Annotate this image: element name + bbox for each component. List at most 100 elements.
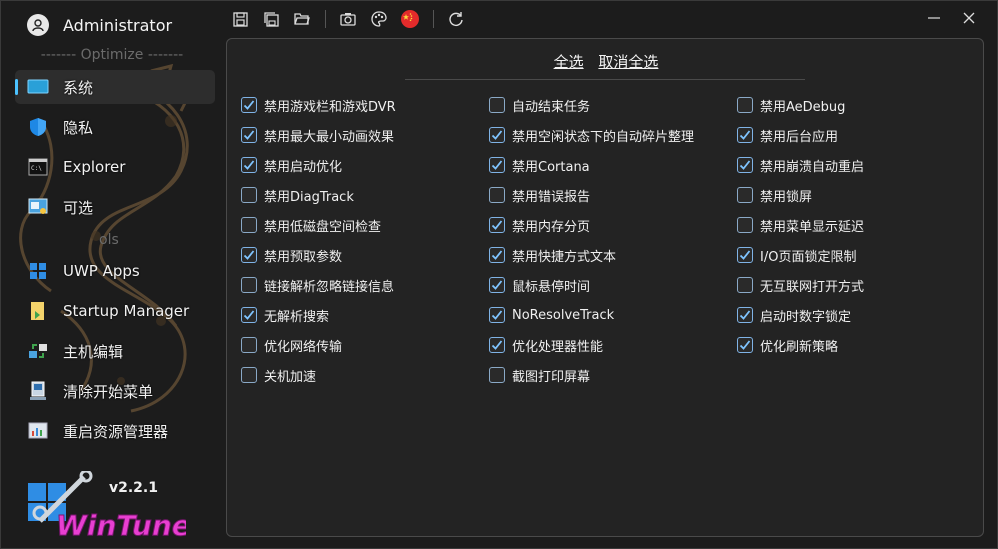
option-col3-7[interactable]: 启动时数字锁定 <box>737 305 851 325</box>
option-checkbox[interactable] <box>489 157 505 173</box>
app-window: Administrator ------- Optimize ------- 系… <box>0 0 998 549</box>
checkmark-icon <box>491 280 503 290</box>
nav-label: Explorer <box>63 158 126 176</box>
option-checkbox[interactable] <box>489 97 505 113</box>
checkmark-icon <box>491 130 503 140</box>
option-col1-4[interactable]: 禁用低磁盘空间检查 <box>241 215 381 235</box>
close-button[interactable] <box>959 8 979 28</box>
option-label: 禁用启动优化 <box>264 159 343 175</box>
checkmark-icon <box>243 100 255 110</box>
option-checkbox[interactable] <box>241 217 257 233</box>
option-checkbox[interactable] <box>241 277 257 293</box>
open-folder-icon[interactable] <box>292 9 312 29</box>
nav-item-uwp-apps[interactable]: UWP Apps <box>15 254 215 288</box>
option-checkbox[interactable] <box>737 187 753 203</box>
option-col2-8[interactable]: 优化处理器性能 <box>489 335 603 355</box>
option-col3-4[interactable]: 禁用菜单显示延迟 <box>737 215 864 235</box>
option-col2-3[interactable]: 禁用错误报告 <box>489 185 590 205</box>
sidebar: Administrator ------- Optimize ------- 系… <box>1 1 223 549</box>
nav-item-privacy[interactable]: 隐私 <box>15 110 215 144</box>
option-col3-6[interactable]: 无互联网打开方式 <box>737 275 864 295</box>
option-label: 无互联网打开方式 <box>760 279 865 295</box>
save-icon[interactable] <box>230 9 250 29</box>
option-checkbox[interactable] <box>489 247 505 263</box>
option-checkbox[interactable] <box>241 247 257 263</box>
option-checkbox[interactable] <box>737 247 753 263</box>
option-col2-1[interactable]: 禁用空闲状态下的自动碎片整理 <box>489 125 694 145</box>
option-checkbox[interactable] <box>737 127 753 143</box>
option-checkbox[interactable] <box>241 127 257 143</box>
option-col1-5[interactable]: 禁用预取参数 <box>241 245 342 265</box>
deselect-all-link[interactable]: 取消全选 <box>598 53 658 71</box>
option-checkbox[interactable] <box>241 157 257 173</box>
option-col3-2[interactable]: 禁用崩溃自动重启 <box>737 155 864 175</box>
select-all-link[interactable]: 全选 <box>554 53 584 71</box>
china-flag-icon[interactable] <box>400 9 420 29</box>
nav-item-startup-manager[interactable]: Startup Manager <box>15 294 215 328</box>
checkmark-icon <box>739 130 751 140</box>
option-col3-1[interactable]: 禁用后台应用 <box>737 125 838 145</box>
checkmark-icon <box>491 250 503 260</box>
screenshot-icon[interactable] <box>338 9 358 29</box>
option-col1-1[interactable]: 禁用最大最小动画效果 <box>241 125 394 145</box>
option-col2-6[interactable]: 鼠标悬停时间 <box>489 275 590 295</box>
option-col2-9[interactable]: 截图打印屏幕 <box>489 365 590 385</box>
nav-item-optional[interactable]: 可选 <box>15 190 215 224</box>
option-checkbox[interactable] <box>489 337 505 353</box>
option-col2-5[interactable]: 禁用快捷方式文本 <box>489 245 616 265</box>
options-panel: 全选 取消全选 禁用游戏栏和游戏DVR 禁用最大最小动画效果 禁用启动优化禁用Dia… <box>226 38 984 537</box>
divider <box>405 79 805 80</box>
option-checkbox[interactable] <box>737 97 753 113</box>
option-checkbox[interactable] <box>241 97 257 113</box>
option-col2-7[interactable]: NoResolveTrack <box>489 305 614 325</box>
option-col2-2[interactable]: 禁用Cortana <box>489 155 590 175</box>
option-col1-0[interactable]: 禁用游戏栏和游戏DVR <box>241 95 396 115</box>
windows-logo-icon <box>27 260 49 282</box>
option-label: 禁用快捷方式文本 <box>512 249 617 265</box>
save-all-icon[interactable] <box>261 9 281 29</box>
logo-text: WinTune <box>56 509 186 541</box>
option-col1-3[interactable]: 禁用DiagTrack <box>241 185 354 205</box>
option-label: 禁用最大最小动画效果 <box>264 129 395 145</box>
checkmark-icon <box>491 340 503 350</box>
option-checkbox[interactable] <box>489 217 505 233</box>
user-profile[interactable]: Administrator <box>27 14 172 36</box>
option-col2-4[interactable]: 禁用内存分页 <box>489 215 590 235</box>
option-col2-0[interactable]: 自动结束任务 <box>489 95 590 115</box>
nav-item-restart-explorer[interactable]: 重启资源管理器 <box>15 414 215 448</box>
nav-item-system[interactable]: 系统 <box>15 70 215 104</box>
option-col3-8[interactable]: 优化刷新策略 <box>737 335 838 355</box>
option-checkbox[interactable] <box>241 307 257 323</box>
option-checkbox[interactable] <box>737 277 753 293</box>
option-checkbox[interactable] <box>241 187 257 203</box>
option-col1-8[interactable]: 优化网络传输 <box>241 335 342 355</box>
refresh-icon[interactable] <box>446 9 466 29</box>
option-checkbox[interactable] <box>737 217 753 233</box>
option-label: 禁用内存分页 <box>512 219 591 235</box>
minimize-button[interactable] <box>924 8 944 28</box>
option-checkbox[interactable] <box>489 367 505 383</box>
palette-icon[interactable] <box>369 9 389 29</box>
option-checkbox[interactable] <box>737 157 753 173</box>
option-col3-0[interactable]: 禁用AeDebug <box>737 95 845 115</box>
option-col3-5[interactable]: I/O页面锁定限制 <box>737 245 856 265</box>
option-checkbox[interactable] <box>241 337 257 353</box>
option-col1-2[interactable]: 禁用启动优化 <box>241 155 342 175</box>
wintune-logo: WinTune <box>28 471 186 541</box>
selection-links: 全选 取消全选 <box>227 51 985 72</box>
option-checkbox[interactable] <box>737 337 753 353</box>
nav-item-explorer[interactable]: C:\ Explorer <box>15 150 215 184</box>
option-checkbox[interactable] <box>489 187 505 203</box>
option-checkbox[interactable] <box>241 367 257 383</box>
option-col1-7[interactable]: 无解析搜索 <box>241 305 329 325</box>
nav-item-clear-start-menu[interactable]: 清除开始菜单 <box>15 374 215 408</box>
option-col1-9[interactable]: 关机加速 <box>241 365 316 385</box>
active-indicator <box>15 79 18 95</box>
option-checkbox[interactable] <box>489 127 505 143</box>
nav-item-hosts-editor[interactable]: 主机编辑 <box>15 334 215 368</box>
option-col1-6[interactable]: 链接解析忽略链接信息 <box>241 275 394 295</box>
option-checkbox[interactable] <box>489 307 505 323</box>
option-checkbox[interactable] <box>489 277 505 293</box>
option-checkbox[interactable] <box>737 307 753 323</box>
option-col3-3[interactable]: 禁用锁屏 <box>737 185 812 205</box>
